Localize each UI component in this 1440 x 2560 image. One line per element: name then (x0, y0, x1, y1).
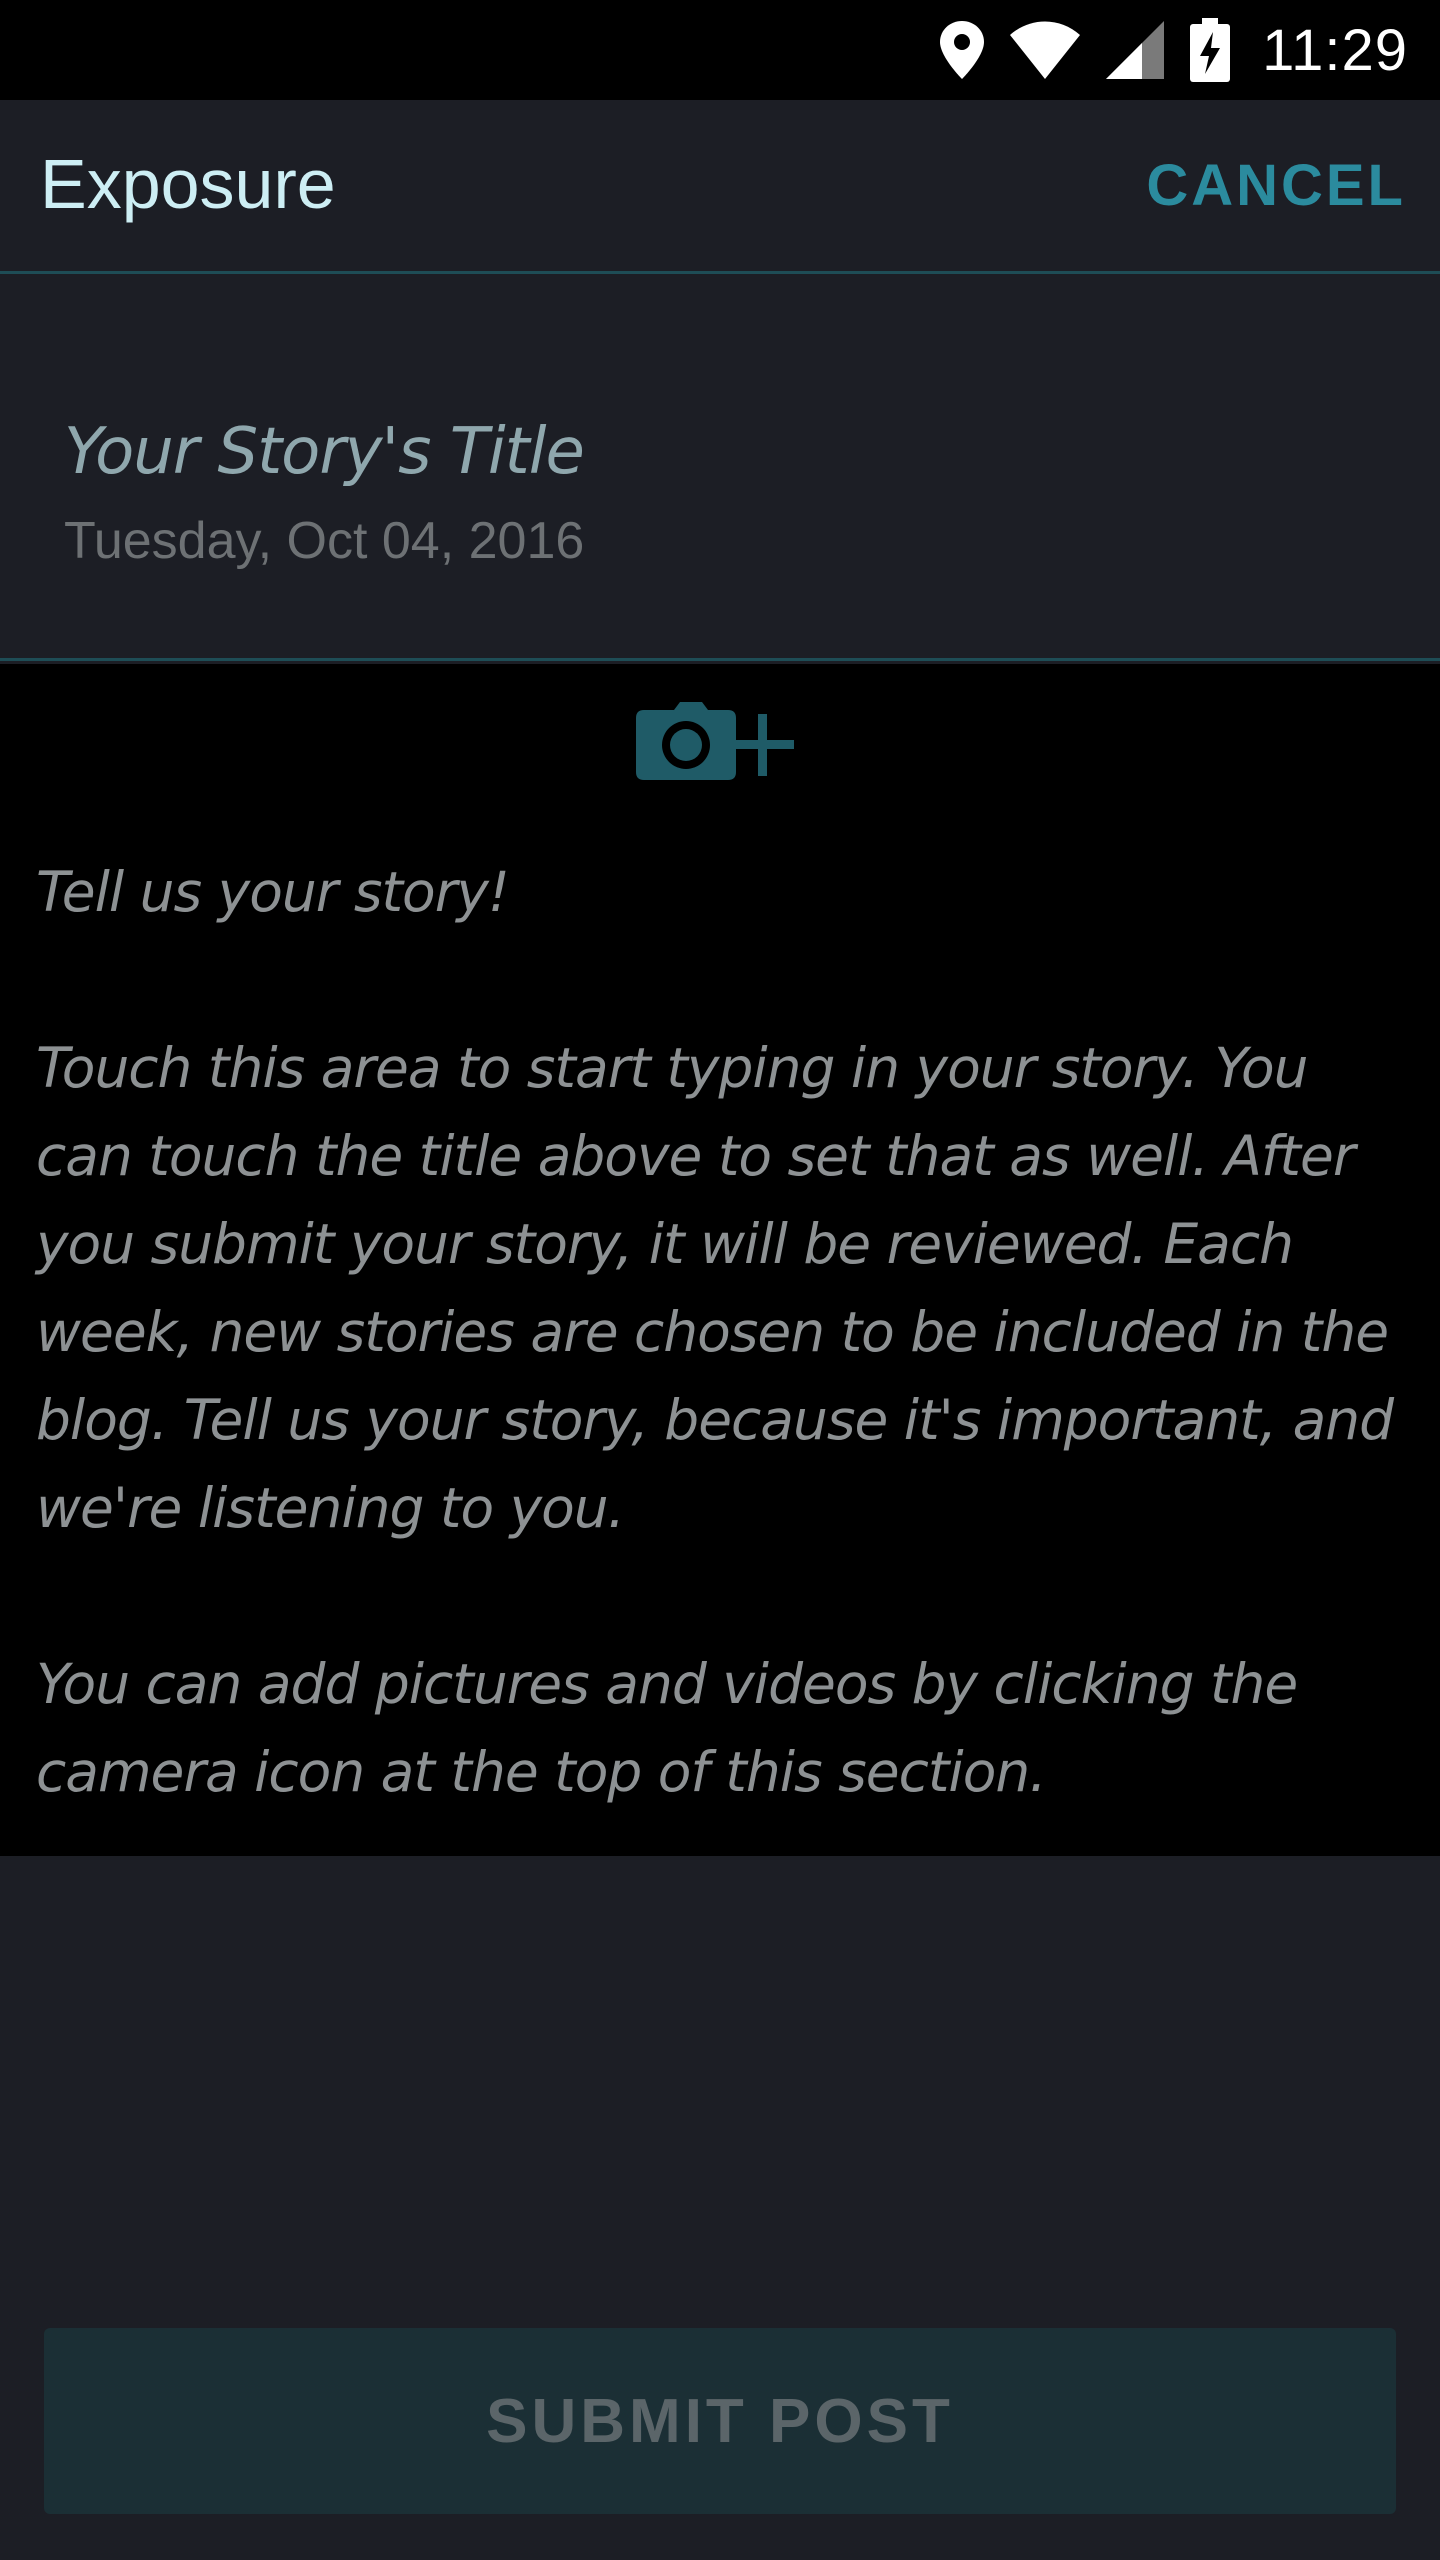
battery-charging-icon (1190, 18, 1231, 82)
cancel-button[interactable]: CANCEL (1146, 152, 1406, 219)
app-bar: Exposure CANCEL (0, 100, 1440, 274)
app-title: Exposure (40, 145, 336, 223)
submit-post-button[interactable]: SUBMIT POST (44, 2328, 1396, 2514)
story-header: Your Story's Title Tuesday, Oct 04, 2016 (0, 277, 1440, 661)
story-body-text[interactable]: Tell us your story! Touch this area to s… (36, 848, 1406, 1816)
story-body-paragraph: You can add pictures and videos by click… (36, 1652, 1298, 1804)
status-time: 11:29 (1262, 17, 1408, 83)
story-date: Tuesday, Oct 04, 2016 (64, 512, 585, 570)
signal-icon (1106, 21, 1165, 79)
location-icon (940, 21, 985, 79)
status-bar: 11:29 (0, 0, 1440, 100)
camera-add-icon[interactable] (636, 700, 804, 784)
wifi-icon (1010, 21, 1081, 79)
story-body-paragraph: Tell us your story! (36, 860, 510, 924)
story-body-paragraph: Touch this area to start typing in your … (36, 1036, 1394, 1540)
story-body-area[interactable]: Tell us your story! Touch this area to s… (0, 664, 1440, 1856)
story-title-input[interactable]: Your Story's Title (64, 415, 585, 489)
